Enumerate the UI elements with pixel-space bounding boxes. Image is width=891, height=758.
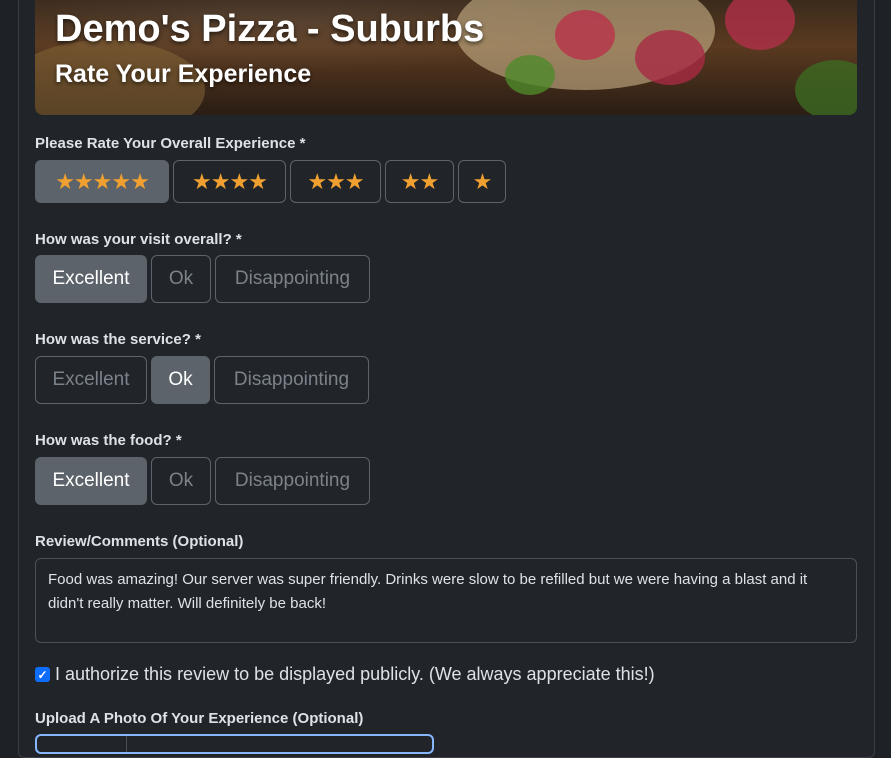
visit-ok-button[interactable]: Ok xyxy=(151,255,211,303)
rating-4-stars-button[interactable]: ★★★★ xyxy=(173,160,286,203)
authorize-row: ✓ I authorize this review to be displaye… xyxy=(35,664,655,685)
review-textarea[interactable]: Food was amazing! Our server was super f… xyxy=(35,558,857,643)
visit-disappointing-button[interactable]: Disappointing xyxy=(215,255,370,303)
page-title: Demo's Pizza - Suburbs xyxy=(55,8,485,50)
upload-label: Upload A Photo Of Your Experience (Optio… xyxy=(35,710,364,727)
service-ok-button[interactable]: Ok xyxy=(151,356,210,404)
review-label: Review/Comments (Optional) xyxy=(35,533,244,550)
rating-5-stars-button[interactable]: ★★★★★ xyxy=(35,160,169,203)
file-input-divider xyxy=(126,736,127,752)
overall-rating-label: Please Rate Your Overall Experience * xyxy=(35,135,306,152)
service-label: How was the service? * xyxy=(35,331,201,348)
overall-rating-group: ★★★★★ ★★★★ ★★★ ★★ ★ xyxy=(35,160,506,203)
hero-banner: Demo's Pizza - Suburbs Rate Your Experie… xyxy=(35,0,857,115)
authorize-label[interactable]: I authorize this review to be displayed … xyxy=(55,664,655,685)
food-options: Excellent Ok Disappointing xyxy=(35,457,370,505)
service-disappointing-button[interactable]: Disappointing xyxy=(214,356,369,404)
authorize-checkbox[interactable]: ✓ xyxy=(35,667,50,682)
food-excellent-button[interactable]: Excellent xyxy=(35,457,147,505)
rating-1-star-button[interactable]: ★ xyxy=(458,160,506,203)
visit-options: Excellent Ok Disappointing xyxy=(35,255,370,303)
service-options: Excellent Ok Disappointing xyxy=(35,356,369,404)
service-excellent-button[interactable]: Excellent xyxy=(35,356,147,404)
visit-label: How was your visit overall? * xyxy=(35,231,242,248)
rating-2-stars-button[interactable]: ★★ xyxy=(385,160,454,203)
photo-upload-input[interactable] xyxy=(35,734,434,754)
page-subtitle: Rate Your Experience xyxy=(55,60,312,88)
food-label: How was the food? * xyxy=(35,432,182,449)
food-ok-button[interactable]: Ok xyxy=(151,457,211,505)
food-disappointing-button[interactable]: Disappointing xyxy=(215,457,370,505)
rating-3-stars-button[interactable]: ★★★ xyxy=(290,160,381,203)
visit-excellent-button[interactable]: Excellent xyxy=(35,255,147,303)
